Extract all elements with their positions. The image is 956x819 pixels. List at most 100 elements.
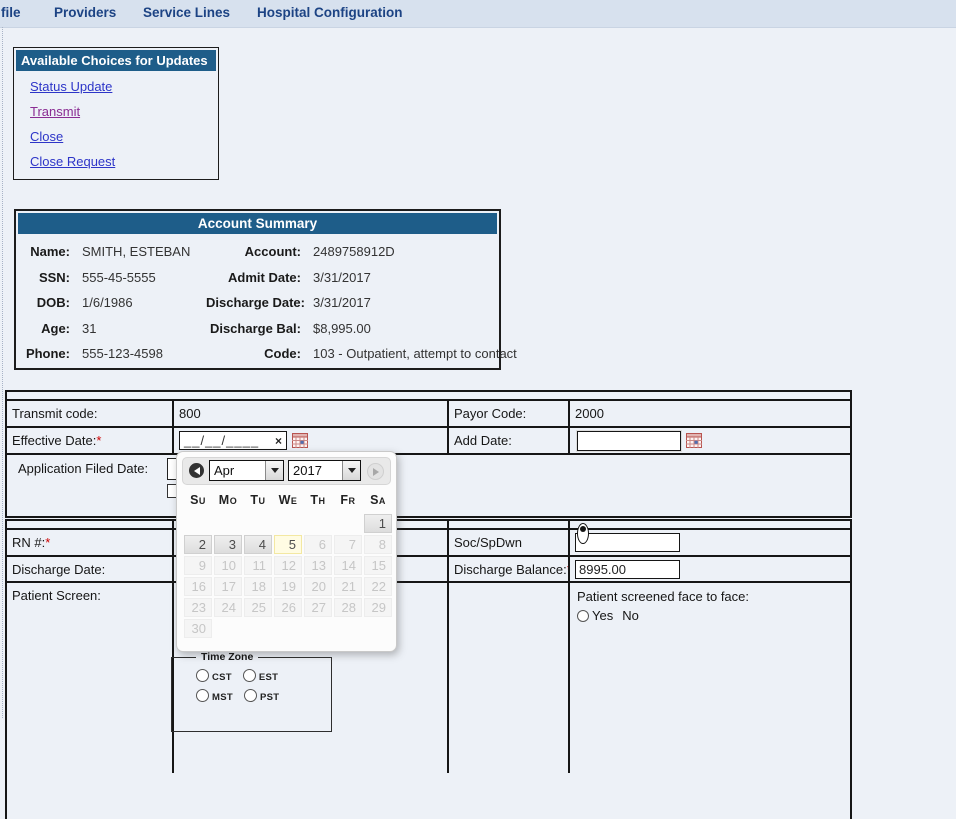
summary-label: SSN: [24,270,70,285]
calendar-day: 8 [364,535,392,554]
calendar-day: 6 [304,535,332,554]
summary-value: 1/6/1986 [82,295,194,310]
discharge-date-label: Discharge Date: [7,557,174,581]
top-nav-bar: file Providers Service Lines Hospital Co… [0,0,956,28]
calendar-day: 19 [274,577,302,596]
dow-label: Sa [370,493,386,507]
dow-label: Th [310,493,325,507]
datepicker-popup: Apr 2017 Su Mo Tu We Th Fr Sa 1 2 3 4 5 … [176,451,397,652]
calendar-day: 7 [334,535,362,554]
dow-label: We [279,493,298,507]
calendar-day[interactable]: 3 [214,535,242,554]
soc-spdwn-label: Soc/SpDwn [449,530,570,555]
nav-item-hospital-configuration[interactable]: Hospital Configuration [257,0,403,26]
calendar-day[interactable]: 4 [244,535,272,554]
calendar-day-grid: 1 2 3 4 5 6 7 8 9 10 11 12 13 14 15 16 1… [184,514,396,638]
add-date-input[interactable] [577,431,681,451]
summary-value: 555-123-4598 [82,346,194,361]
required-marker: * [45,535,50,550]
calendar-day: 14 [334,556,362,575]
timezone-mst-radio[interactable] [196,689,209,702]
available-choices-header: Available Choices for Updates [16,50,216,71]
calendar-day: 12 [274,556,302,575]
account-summary-header: Account Summary [18,213,497,234]
prev-month-icon[interactable] [189,463,204,478]
empty-cell [449,583,570,773]
calendar-day: 11 [244,556,272,575]
chevron-down-icon [265,461,283,480]
calendar-day[interactable]: 1 [364,514,392,533]
summary-value: 3/31/2017 [313,270,517,285]
time-zone-legend: Time Zone [196,651,258,663]
timezone-pst-radio[interactable] [244,689,257,702]
dow-label: Tu [250,493,265,507]
summary-label: Code: [206,346,301,361]
discharge-balance-label-text: Discharge Balance: [454,562,567,577]
available-choices-panel: Available Choices for Updates Status Upd… [13,47,219,180]
nav-item-file[interactable]: file [1,0,21,26]
page-left-dotted-border [2,27,3,718]
transmit-code-value: 800 [174,401,449,426]
calendar-day: 9 [184,556,212,575]
application-filed-date-label: Application Filed Date: [7,455,850,516]
calendar-blank [244,619,272,638]
effective-date-input[interactable]: __/__/____ × [179,431,287,450]
summary-value: 3/31/2017 [313,295,517,310]
calendar-blank [334,619,362,638]
calendar-day: 18 [244,577,272,596]
dow-label: Su [190,493,206,507]
timezone-est-radio[interactable] [243,669,256,682]
patient-screen-label: Patient Screen: [7,583,174,773]
transmit-code-label: Transmit code: [7,401,174,426]
timezone-mst-label: MST [212,692,233,703]
summary-label: DOB: [24,295,70,310]
calendar-day: 29 [364,598,392,617]
calendar-blank [274,619,302,638]
calendar-blank [214,514,242,533]
calendar-day[interactable]: 2 [184,535,212,554]
face-to-face-label: Patient screened face to face: [577,589,749,604]
day-of-week-header: Su Mo Tu We Th Fr Sa [183,493,396,507]
add-date-calendar-icon[interactable] [686,433,702,448]
month-select[interactable]: Apr [209,460,284,481]
face-to-face-yes-label: Yes [592,608,613,623]
summary-value: 103 - Outpatient, attempt to contact [313,346,517,361]
summary-label: Discharge Bal: [206,321,301,336]
calendar-blank [304,514,332,533]
face-to-face-yes-radio[interactable] [577,610,589,622]
summary-label: Name: [24,244,70,259]
link-close[interactable]: Close [30,129,216,144]
calendar-blank [364,619,392,638]
link-transmit[interactable]: Transmit [30,104,216,119]
calendar-blank [214,619,242,638]
add-date-label: Add Date: [449,428,570,453]
year-select[interactable]: 2017 [288,460,361,481]
calendar-blank [274,514,302,533]
clear-date-icon[interactable]: × [275,434,282,448]
form-table-bottom: RN #:* Soc/SpDwn Discharge Date: Dischar… [5,519,852,819]
link-close-request[interactable]: Close Request [30,154,216,169]
calendar-day-today[interactable]: 5 [274,535,302,554]
calendar-day: 24 [214,598,242,617]
calendar-day: 13 [304,556,332,575]
rn-number-label-text: RN #: [12,535,45,550]
calendar-day: 20 [304,577,332,596]
time-zone-fieldset: Time Zone CST EST MST PST [171,657,332,732]
summary-value: SMITH, ESTEBAN [82,244,194,259]
link-status-update[interactable]: Status Update [30,79,216,94]
payor-code-label: Payor Code: [449,401,570,426]
nav-item-providers[interactable]: Providers [54,0,116,26]
chevron-down-icon [342,461,360,480]
timezone-pst-label: PST [260,692,279,703]
calendar-day: 23 [184,598,212,617]
timezone-cst-radio[interactable] [196,669,209,682]
discharge-balance-input[interactable]: 8995.00 [575,560,680,579]
soc-spdwn-input[interactable] [575,533,680,552]
form-table-top: Transmit code: 800 Payor Code: 2000 Effe… [5,390,852,518]
calendar-blank [244,514,272,533]
nav-item-service-lines[interactable]: Service Lines [143,0,230,26]
dow-label: Mo [219,493,237,507]
calendar-day: 28 [334,598,362,617]
spacer-row [7,521,850,530]
effective-date-calendar-icon[interactable] [292,433,308,448]
